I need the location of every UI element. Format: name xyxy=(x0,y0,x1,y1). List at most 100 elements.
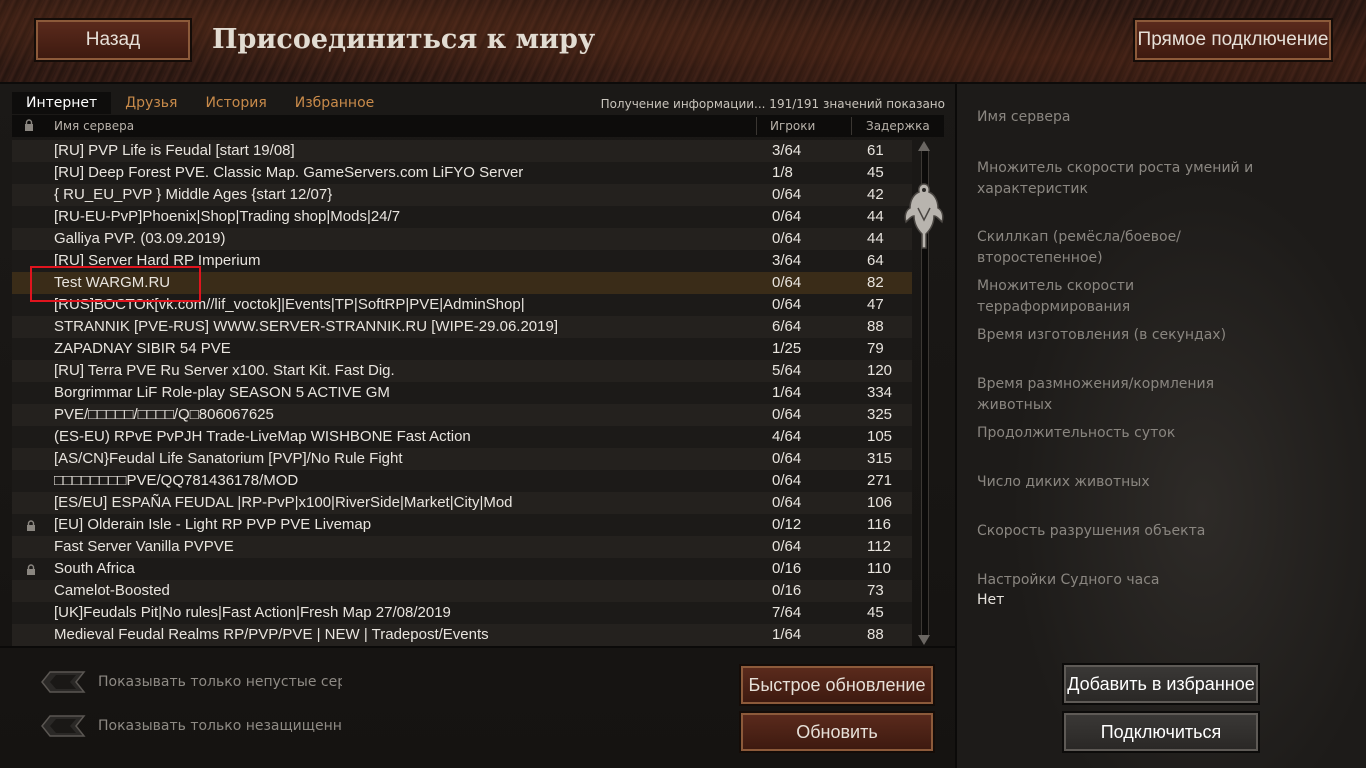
server-name: [ES/EU] ESPAÑA FEUDAL |RP-PvP|x100|River… xyxy=(54,494,513,511)
scroll-thumb-eagle-icon[interactable] xyxy=(900,180,948,252)
server-ping: 110 xyxy=(867,560,891,577)
server-players: 0/64 xyxy=(772,450,802,467)
server-ping: 106 xyxy=(867,494,893,511)
server-name: □□□□□□□□PVE/QQ781436178/MOD xyxy=(54,472,299,489)
lock-column-icon[interactable] xyxy=(24,119,34,131)
server-row[interactable]: [UK]Feudals Pit|No rules|Fast Action|Fre… xyxy=(12,602,912,624)
server-name: [EU] Olderain Isle - Light RP PVP PVE Li… xyxy=(54,516,372,533)
server-row[interactable]: Fast Server Vanilla PVPVE 0/64 112 xyxy=(12,536,912,558)
server-name: South Africa xyxy=(54,560,135,577)
server-name: [RU] Terra PVE Ru Server x100. Start Kit… xyxy=(54,362,395,379)
page-title: Присоединиться к миру xyxy=(212,24,596,55)
server-ping: 334 xyxy=(867,384,893,401)
add-favorite-button[interactable]: Добавить в избранное xyxy=(1062,663,1260,705)
server-row[interactable]: Medieval Feudal Realms RP/PVP/PVE | NEW … xyxy=(12,624,912,646)
refresh-button[interactable]: Обновить xyxy=(739,711,935,753)
filter-unprotected-toggle[interactable]: Показывать только незащищенн xyxy=(40,714,342,738)
column-players[interactable]: Игроки xyxy=(770,119,815,133)
server-row[interactable]: □□□□□□□□PVE/QQ781436178/MOD 0/64 271 xyxy=(12,470,912,492)
server-ping: 42 xyxy=(867,186,884,203)
column-header: Имя сервера Игроки Задержка xyxy=(12,115,944,137)
server-row[interactable]: Borgrimmar LiF Role-play SEASON 5 ACTIVE… xyxy=(12,382,912,404)
server-ping: 88 xyxy=(867,626,884,643)
server-row[interactable]: [RU-EU-PvP]Phoenix|Shop|Trading shop|Mod… xyxy=(12,206,912,228)
server-players: 0/16 xyxy=(772,582,802,599)
server-players: 1/64 xyxy=(772,626,802,643)
column-ping[interactable]: Задержка xyxy=(866,119,930,133)
server-row[interactable]: Galliya PVP. (03.09.2019) 0/64 44 xyxy=(12,228,912,250)
scroll-up-icon[interactable] xyxy=(917,140,931,152)
server-row[interactable]: [RU] PVP Life is Feudal [start 19/08] 3/6… xyxy=(12,140,912,162)
server-name: (ES-EU) RPvE PvPJH Trade-LiveMap WISHBON… xyxy=(54,428,471,445)
server-players: 3/64 xyxy=(772,142,802,159)
server-row[interactable]: [AS/CN}Feudal Life Sanatorium [PVP]/No R… xyxy=(12,448,912,470)
server-name: [UK]Feudals Pit|No rules|Fast Action|Fre… xyxy=(54,604,451,621)
scroll-down-icon[interactable] xyxy=(917,634,931,646)
connect-button[interactable]: Подключиться xyxy=(1062,711,1260,753)
server-ping: 61 xyxy=(867,142,884,159)
tab-history[interactable]: История xyxy=(191,92,280,114)
server-row[interactable]: (ES-EU) RPvE PvPJH Trade-LiveMap WISHBON… xyxy=(12,426,912,448)
server-players: 0/64 xyxy=(772,472,802,489)
column-divider xyxy=(851,117,852,135)
server-row[interactable]: Camelot-Boosted 0/16 73 xyxy=(12,580,912,602)
info-day-length-label: Продолжительность суток xyxy=(977,425,1176,441)
server-row[interactable]: ZAPADNAY SIBIR 54 PVE 1/25 79 xyxy=(12,338,912,360)
info-wild-animals-label: Число диких животных xyxy=(977,474,1150,490)
server-ping: 44 xyxy=(867,230,884,247)
filter-unprotected-label: Показывать только незащищенн xyxy=(98,718,342,734)
server-name: Fast Server Vanilla PVPVE xyxy=(54,538,234,555)
tab-friends[interactable]: Друзья xyxy=(111,92,191,114)
server-ping: 45 xyxy=(867,604,884,621)
server-name: [AS/CN}Feudal Life Sanatorium [PVP]/No R… xyxy=(54,450,403,467)
server-row[interactable]: STRANNIK [PVE-RUS] WWW.SERVER-STRANNIK.R… xyxy=(12,316,912,338)
info-breeding-label: Время размножения/кормления животных xyxy=(977,376,1215,413)
column-server-name[interactable]: Имя сервера xyxy=(54,119,134,133)
quick-refresh-button[interactable]: Быстрое обновление xyxy=(739,664,935,706)
server-players: 6/64 xyxy=(772,318,802,335)
server-row[interactable]: PVE/□□□□□/□□□□/Q□806067625 0/64 325 xyxy=(12,404,912,426)
server-name: [RU-EU-PvP]Phoenix|Shop|Trading shop|Mod… xyxy=(54,208,401,225)
server-row[interactable]: South Africa 0/16 110 xyxy=(12,558,912,580)
server-players: 1/64 xyxy=(772,384,802,401)
server-players: 0/64 xyxy=(772,186,802,203)
server-name: Medieval Feudal Realms RP/PVP/PVE | NEW … xyxy=(54,626,489,643)
server-players: 0/64 xyxy=(772,296,802,313)
server-players: 0/64 xyxy=(772,230,802,247)
back-button[interactable]: Назад xyxy=(34,18,192,62)
server-row[interactable]: [EU] Olderain Isle - Light RP PVP PVE Li… xyxy=(12,514,912,536)
server-row[interactable]: [ES/EU] ESPAÑA FEUDAL |RP-PvP|x100|River… xyxy=(12,492,912,514)
server-name: [RU] PVP Life is Feudal [start 19/08] xyxy=(54,142,295,159)
server-ping: 116 xyxy=(867,516,891,533)
filter-non-empty-toggle[interactable]: Показывать только непустые серв xyxy=(40,670,342,694)
server-row[interactable]: [RU] Terra PVE Ru Server x100. Start Kit… xyxy=(12,360,912,382)
info-terraform-label: Множитель скорости терраформирования xyxy=(977,278,1135,315)
server-name: PVE/□□□□□/□□□□/Q□806067625 xyxy=(54,406,274,423)
server-name: Borgrimmar LiF Role-play SEASON 5 ACTIVE… xyxy=(54,384,390,401)
server-name: ZAPADNAY SIBIR 54 PVE xyxy=(54,340,231,357)
info-server-name-label: Имя сервера xyxy=(977,109,1071,125)
server-row[interactable]: [RU] Deep Forest PVE. Classic Map. GameS… xyxy=(12,162,912,184)
info-decay-label: Скорость разрушения объекта xyxy=(977,523,1206,539)
toggle-switch-icon[interactable] xyxy=(40,670,86,694)
tab-favorites[interactable]: Избранное xyxy=(281,92,389,114)
server-name: [RU] Deep Forest PVE. Classic Map. GameS… xyxy=(54,164,524,181)
server-row[interactable]: { RU_EU_PVP } Middle Ages {start 12/07} 0… xyxy=(12,184,912,206)
server-ping: 325 xyxy=(867,406,893,423)
list-scrollbar[interactable] xyxy=(904,140,944,646)
tab-internet[interactable]: Интернет xyxy=(12,92,112,114)
server-players: 0/16 xyxy=(772,560,802,577)
server-ping: 112 xyxy=(867,538,891,555)
server-players: 0/64 xyxy=(772,208,802,225)
server-players: 1/8 xyxy=(772,164,793,181)
server-ping: 44 xyxy=(867,208,884,225)
server-list[interactable]: [RU] PVP Life is Feudal [start 19/08] 3/6… xyxy=(12,140,912,646)
server-players: 1/25 xyxy=(772,340,802,357)
toggle-switch-icon[interactable] xyxy=(40,714,86,738)
direct-connect-button[interactable]: Прямое подключение xyxy=(1133,18,1333,62)
server-ping: 88 xyxy=(867,318,884,335)
server-ping: 79 xyxy=(867,340,884,357)
server-name: Camelot-Boosted xyxy=(54,582,170,599)
server-name: STRANNIK [PVE-RUS] WWW.SERVER-STRANNIK.R… xyxy=(54,318,558,335)
server-ping: 64 xyxy=(867,252,884,269)
